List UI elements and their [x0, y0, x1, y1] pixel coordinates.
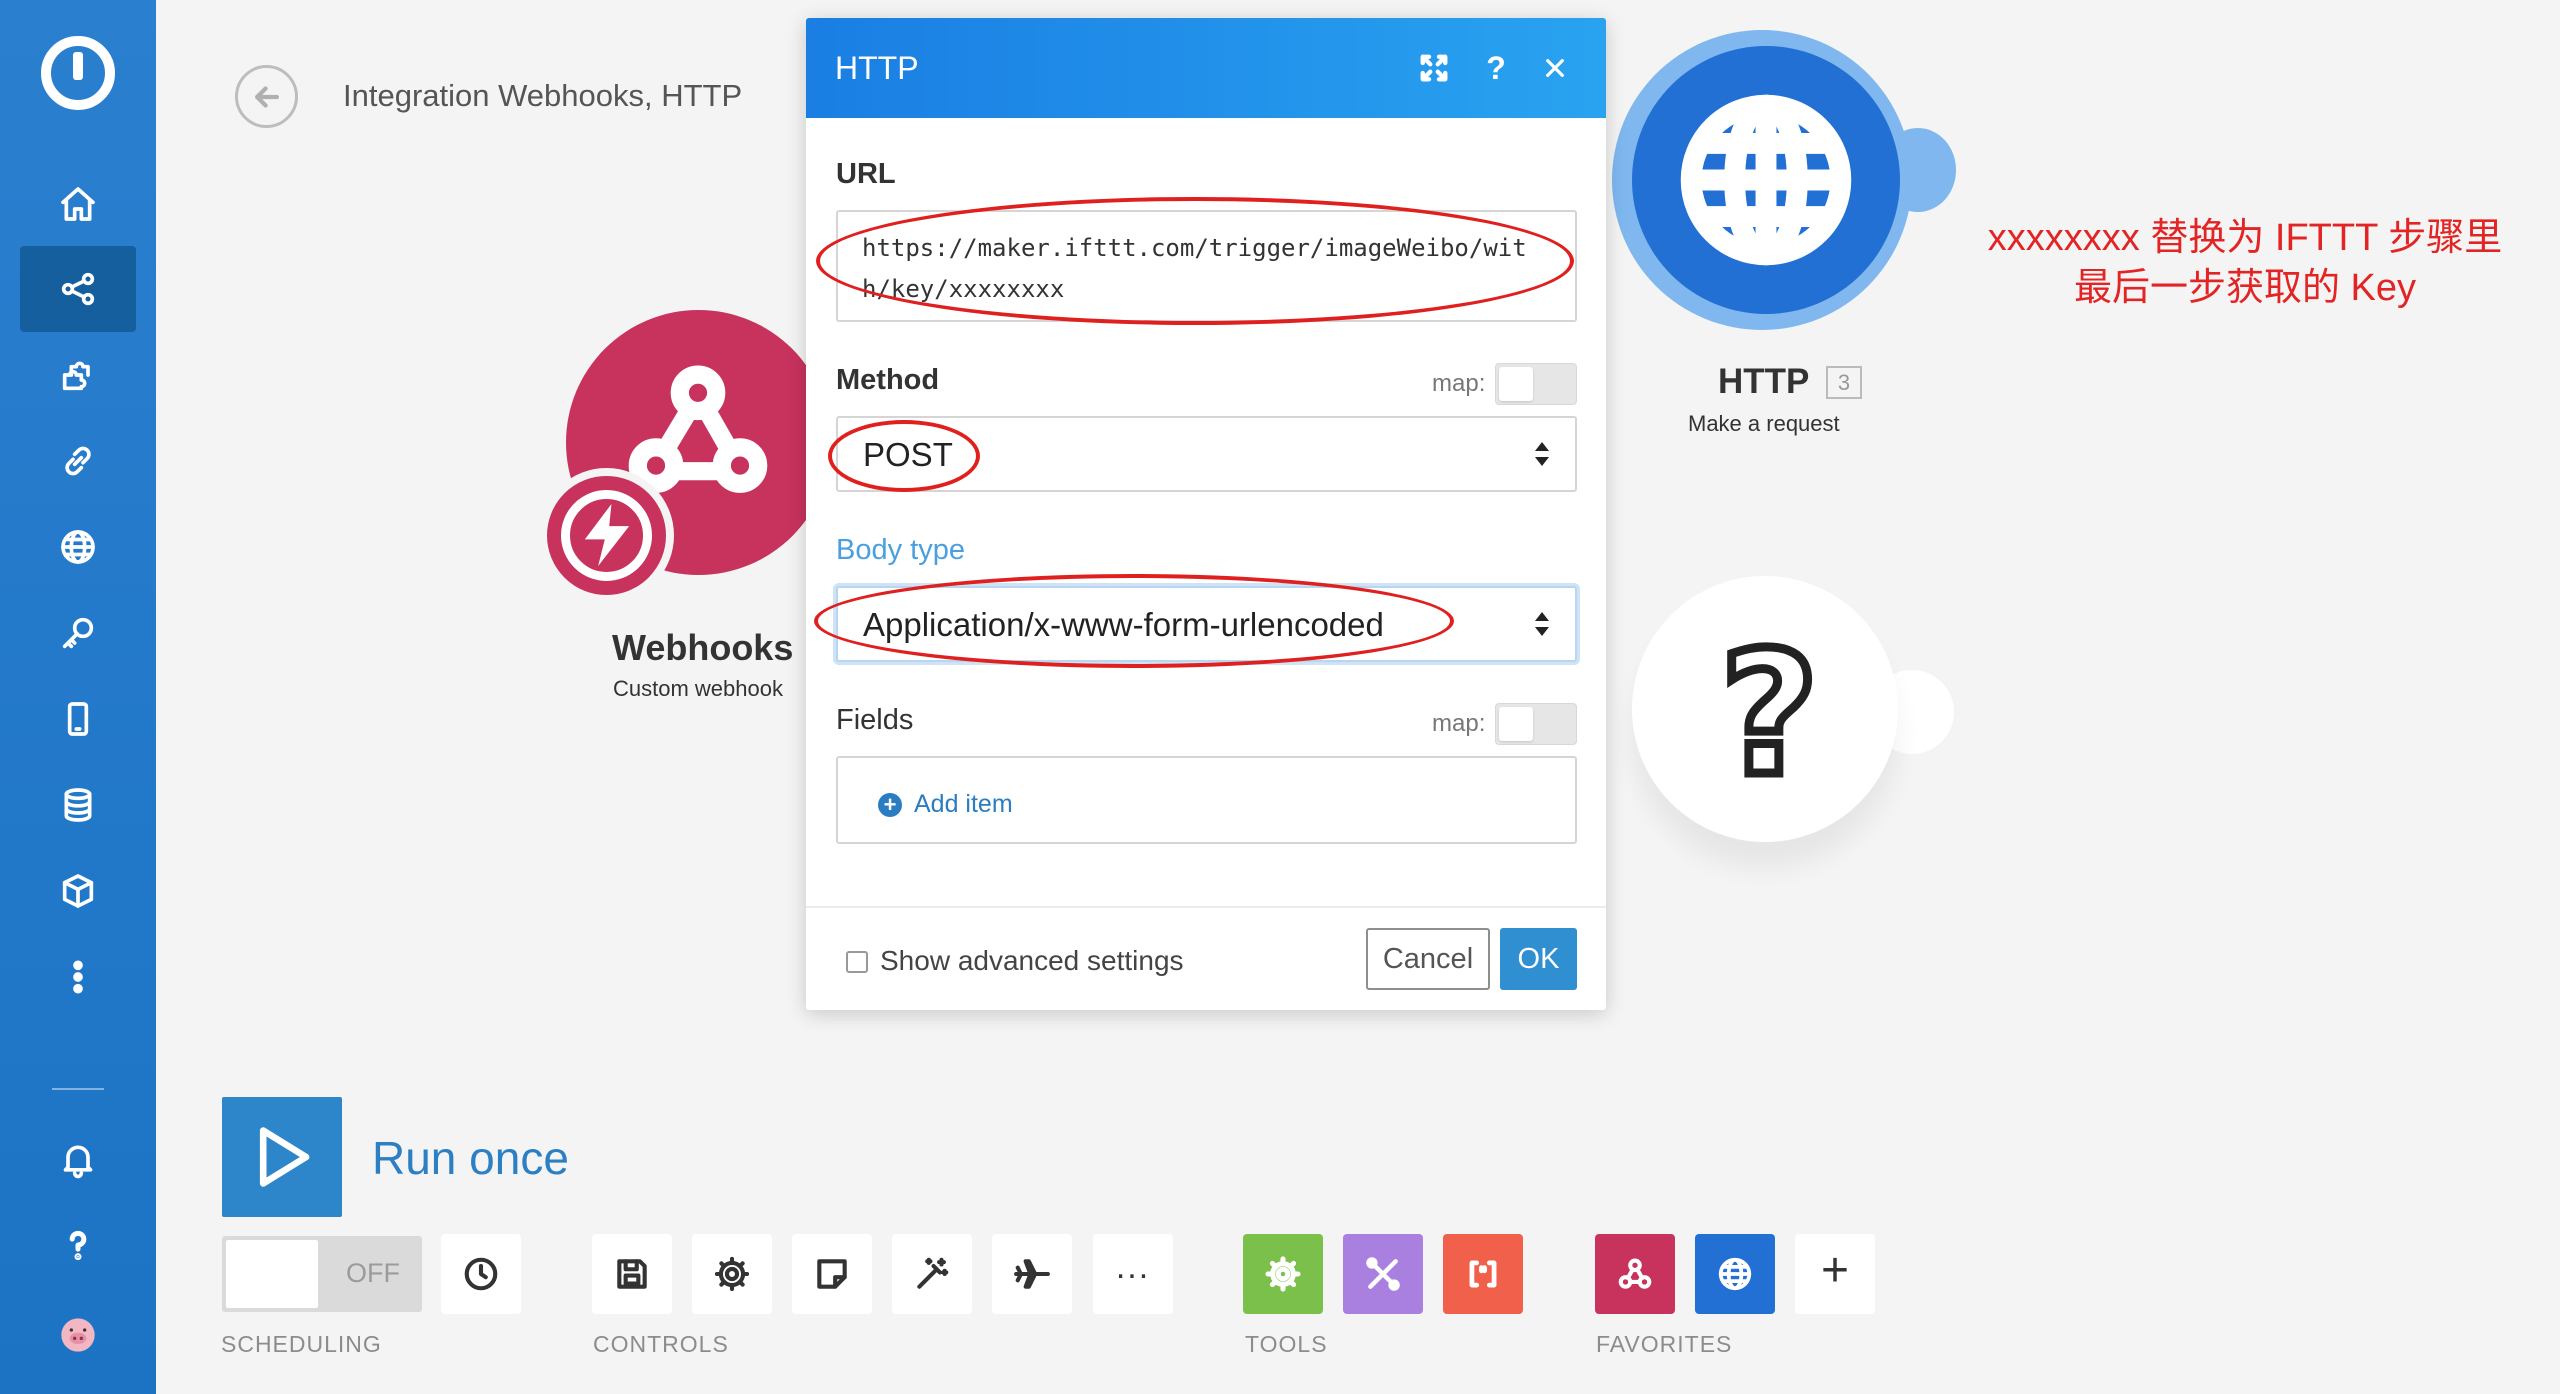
datastores-icon[interactable]	[20, 762, 136, 848]
globe-icon	[1680, 94, 1852, 266]
run-once-button[interactable]	[222, 1097, 342, 1217]
wrench-screwdriver-icon	[1366, 1257, 1400, 1291]
favorites-section-label: FAVORITES	[1596, 1331, 1733, 1357]
http-module-subtitle: Make a request	[1688, 411, 1840, 436]
favorite-webhooks-button[interactable]	[1595, 1234, 1675, 1314]
help-icon[interactable]	[20, 1202, 136, 1288]
question-mark-icon: ?	[1716, 616, 1824, 814]
url-highlight-ellipse	[816, 197, 1574, 325]
expand-icon[interactable]	[1414, 48, 1454, 88]
home-icon[interactable]	[20, 161, 136, 247]
method-label: Method	[836, 364, 940, 396]
sidebar	[0, 0, 156, 1394]
scheduling-toggle-knob	[226, 1240, 318, 1308]
http-module-title: HTTP	[1718, 362, 1810, 401]
body-type-highlight-ellipse	[814, 574, 1454, 668]
dialog-footer-divider	[806, 906, 1606, 908]
dialog-title: HTTP	[835, 50, 919, 86]
close-icon[interactable]	[1535, 48, 1575, 88]
more-controls-button[interactable]: ...	[1093, 1234, 1173, 1314]
schedule-clock-button[interactable]	[441, 1234, 521, 1314]
sidebar-divider	[52, 1088, 104, 1090]
settings-button[interactable]	[692, 1234, 772, 1314]
gear-icon	[714, 1256, 750, 1292]
plus-icon: +	[1820, 1244, 1850, 1297]
lightning-icon	[584, 504, 630, 566]
dialog-header: HTTP ?	[806, 18, 1606, 118]
method-highlight-ellipse	[828, 420, 980, 492]
scheduling-toggle-state: OFF	[346, 1258, 400, 1288]
fields-container: + Add item	[836, 756, 1577, 844]
webhooks-icon[interactable]	[20, 504, 136, 590]
text-parser-button[interactable]	[1443, 1234, 1523, 1314]
webhook-icon	[628, 365, 768, 493]
scenarios-icon[interactable]	[20, 246, 136, 332]
select-arrows-icon	[1533, 442, 1551, 466]
select-arrows-icon	[1533, 612, 1551, 636]
advanced-settings-checkbox[interactable]	[846, 951, 868, 973]
user-avatar[interactable]	[20, 1292, 136, 1378]
http-module-number: 3	[1826, 366, 1862, 399]
keys-icon[interactable]	[20, 590, 136, 676]
arrow-left-icon	[254, 85, 279, 108]
datastructures-icon[interactable]	[20, 848, 136, 934]
fields-map-toggle[interactable]	[1495, 703, 1577, 745]
run-once-label[interactable]: Run once	[372, 1131, 569, 1185]
webhooks-module-subtitle: Custom webhook	[613, 676, 783, 701]
connections-icon[interactable]	[20, 418, 136, 504]
ellipsis-icon: ...	[1115, 1248, 1151, 1286]
breadcrumb: Integration Webhooks, HTTP	[343, 78, 743, 113]
auto-align-button[interactable]	[892, 1234, 972, 1314]
tools-section-label: TOOLS	[1245, 1331, 1328, 1357]
method-map-toggle[interactable]	[1495, 363, 1577, 405]
magic-wand-icon	[917, 1257, 949, 1289]
app-logo[interactable]	[41, 36, 115, 110]
annotation-line-2: 最后一步获取的 Key	[2073, 267, 2417, 309]
webhooks-module-title: Webhooks	[612, 627, 794, 668]
globe-icon	[1718, 1257, 1752, 1291]
advanced-settings-label[interactable]: Show advanced settings	[880, 945, 1184, 977]
fields-map-label: map:	[1432, 710, 1486, 737]
back-button[interactable]	[235, 65, 298, 128]
scheduling-section-label: SCHEDULING	[221, 1331, 382, 1357]
ok-button[interactable]: OK	[1500, 928, 1577, 990]
http-module-dialog: HTTP ? URL https://maker.ifttt.com/trigg…	[806, 18, 1606, 1010]
http-module[interactable]	[1632, 46, 1900, 314]
plus-circle-icon: +	[878, 792, 902, 817]
notes-button[interactable]	[792, 1234, 872, 1314]
clock-icon	[464, 1257, 498, 1291]
brackets-icon	[1469, 1260, 1497, 1288]
gear-icon	[1265, 1256, 1301, 1292]
instant-trigger-badge	[539, 468, 674, 603]
fields-label: Fields	[836, 704, 914, 736]
add-item-button[interactable]: + Add item	[878, 790, 1013, 819]
play-icon	[259, 1127, 310, 1187]
dialog-help-icon[interactable]: ?	[1476, 48, 1516, 88]
add-favorite-button[interactable]: +	[1795, 1234, 1875, 1314]
save-icon	[617, 1259, 647, 1289]
scheduling-toggle[interactable]: OFF	[222, 1236, 422, 1312]
templates-icon[interactable]	[20, 332, 136, 418]
webhook-icon	[1618, 1258, 1652, 1289]
method-map-label: map:	[1432, 370, 1486, 397]
annotation-text: xxxxxxxx 替换为 IFTTT 步骤里 最后一步获取的 Key	[1935, 213, 2555, 313]
airplane-icon	[1014, 1259, 1050, 1289]
tools-button[interactable]	[1343, 1234, 1423, 1314]
cancel-button[interactable]: Cancel	[1366, 928, 1490, 990]
explain-flow-button[interactable]	[992, 1234, 1072, 1314]
tools-flow-control-button[interactable]	[1243, 1234, 1323, 1314]
favorite-http-button[interactable]	[1695, 1234, 1775, 1314]
add-item-label: Add item	[914, 790, 1013, 818]
save-button[interactable]	[592, 1234, 672, 1314]
body-type-label: Body type	[836, 534, 965, 566]
annotation-line-1: xxxxxxxx 替换为 IFTTT 步骤里	[1987, 217, 2503, 259]
url-label: URL	[836, 158, 896, 190]
devices-icon[interactable]	[20, 676, 136, 762]
notifications-icon[interactable]	[20, 1116, 136, 1202]
note-icon	[817, 1259, 847, 1289]
more-icon[interactable]	[20, 934, 136, 1020]
controls-section-label: CONTROLS	[593, 1331, 729, 1357]
